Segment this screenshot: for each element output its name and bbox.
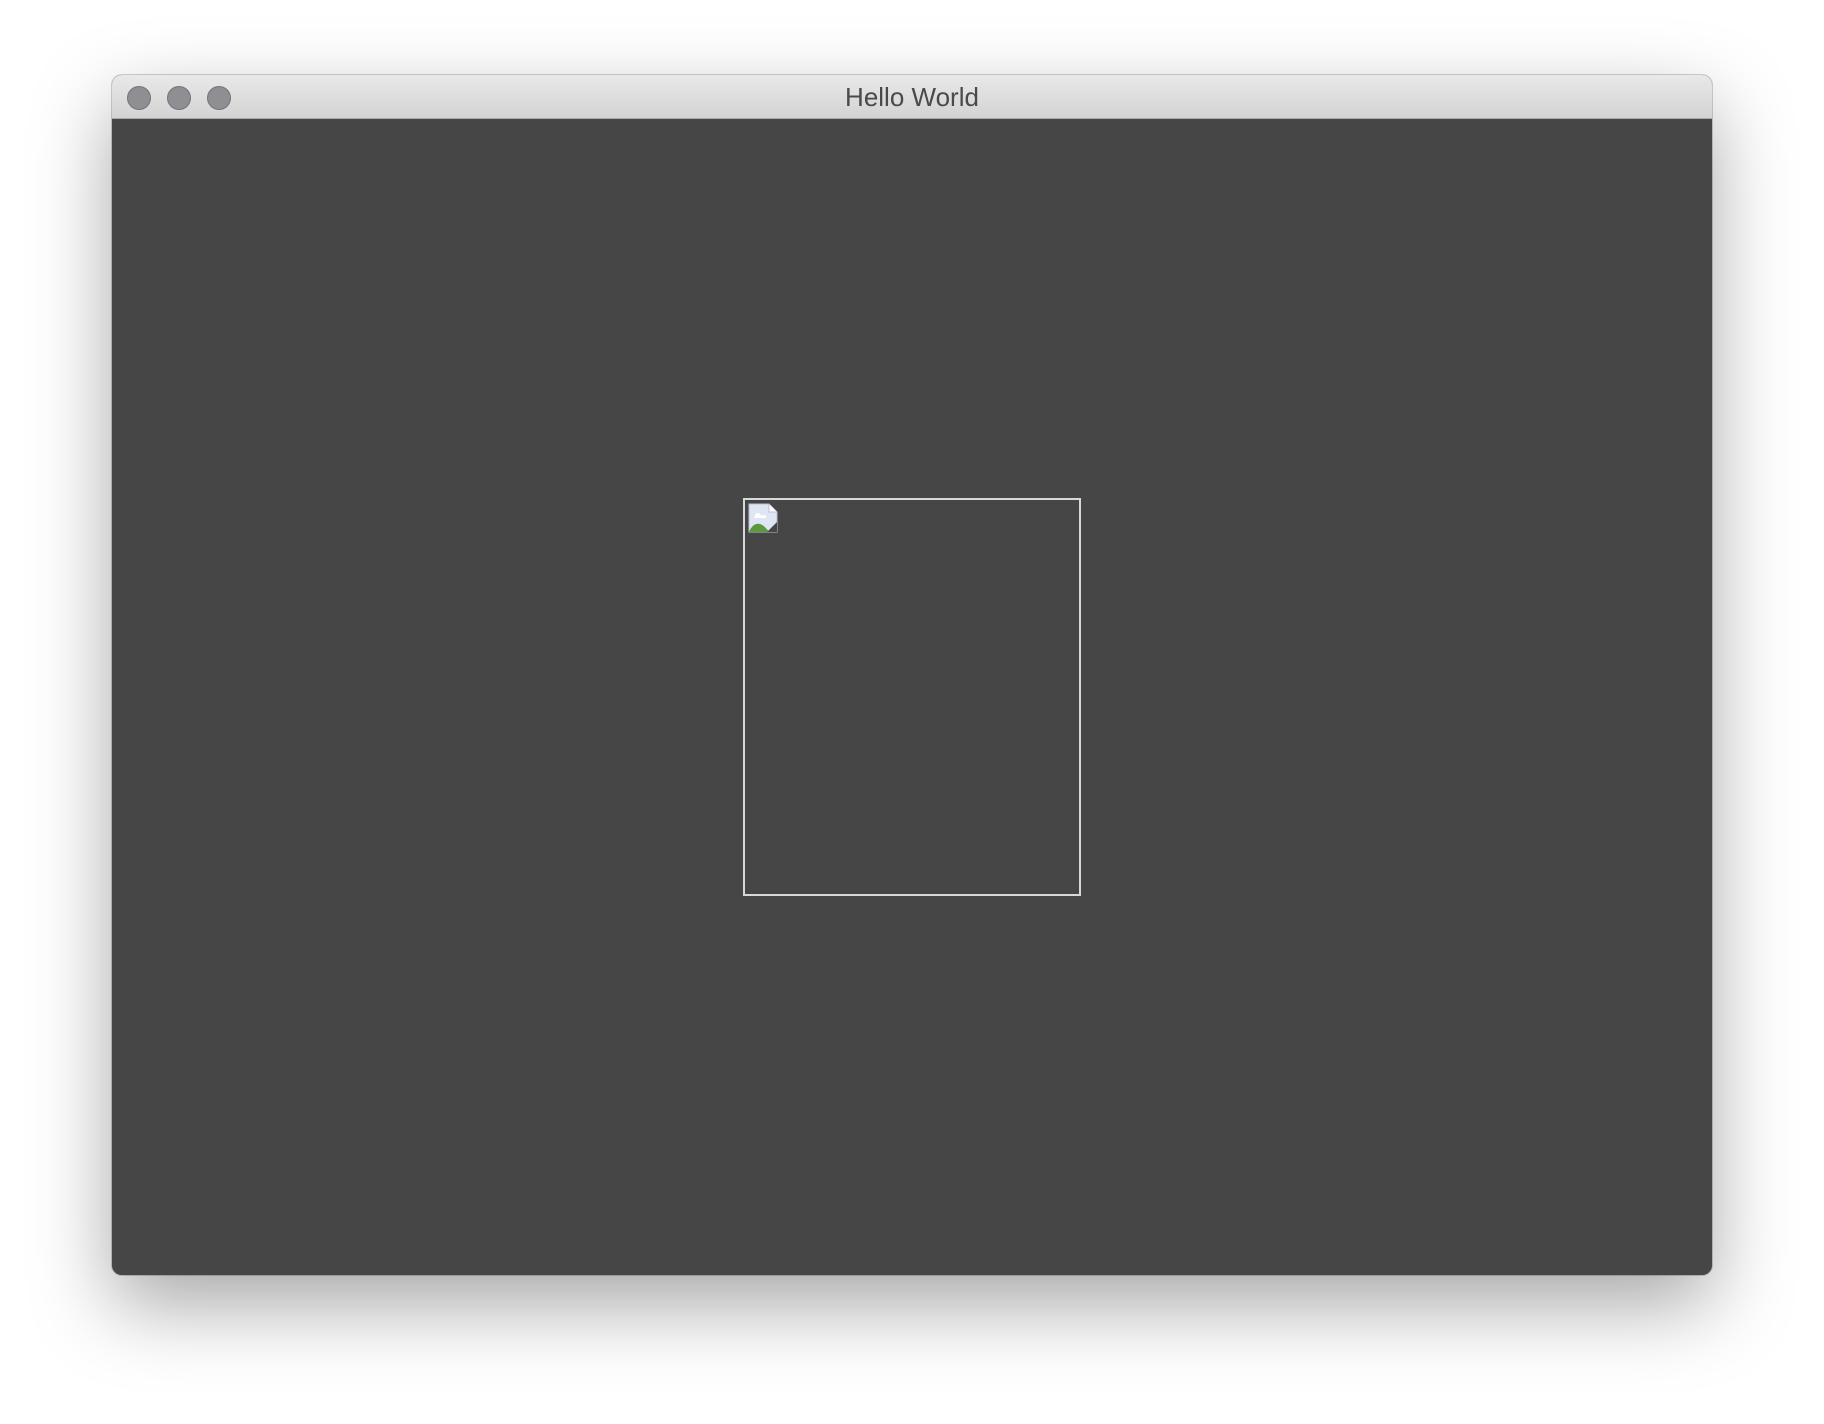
app-window: Hello World xyxy=(112,75,1712,1275)
window-title: Hello World xyxy=(845,82,979,112)
broken-image-icon xyxy=(748,503,778,533)
content-area xyxy=(112,119,1712,1275)
title-bar[interactable]: Hello World xyxy=(112,75,1712,119)
broken-image-frame xyxy=(743,498,1081,896)
